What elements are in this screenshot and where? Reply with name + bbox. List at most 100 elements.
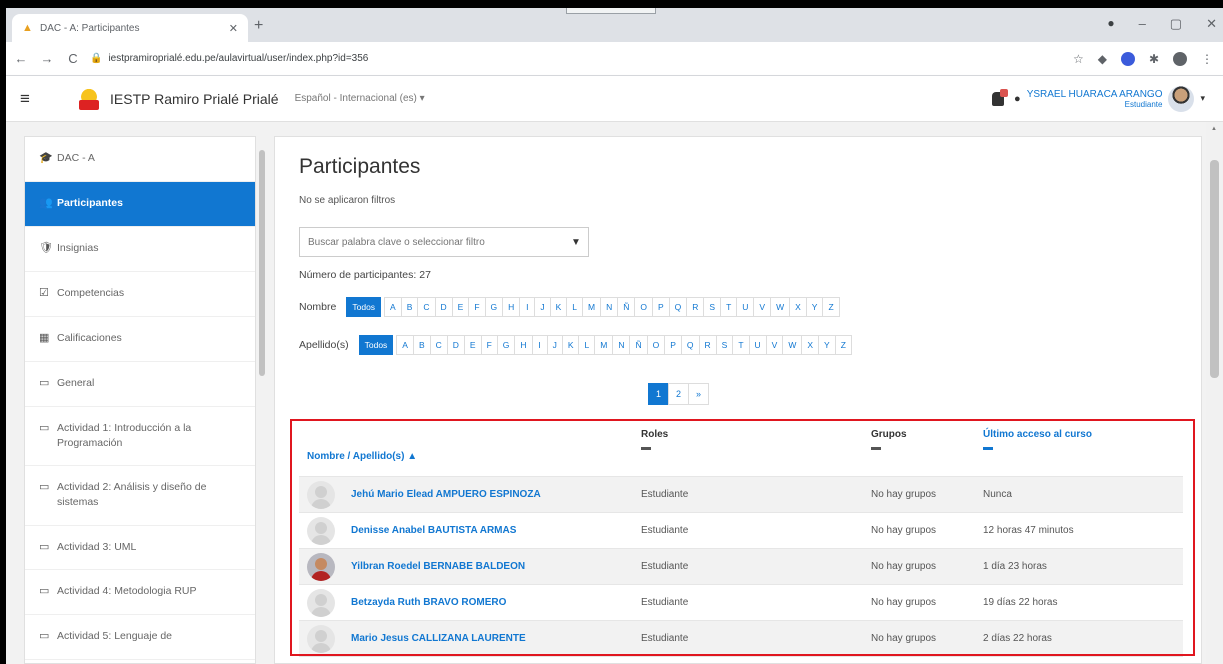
initial-letter-link[interactable]: L (566, 297, 583, 317)
minimize-button[interactable]: – (1139, 16, 1146, 32)
sidebar-item[interactable]: 🛡 Insignias (25, 227, 255, 272)
initial-letter-link[interactable]: Q (668, 297, 688, 317)
sidebar-scrollbar[interactable] (258, 136, 266, 664)
initial-letter-link[interactable]: N (612, 335, 631, 355)
tab-close-icon[interactable]: ✕ (229, 22, 238, 35)
messages-icon[interactable]: ● (1014, 93, 1021, 105)
back-button[interactable]: ← (10, 51, 32, 66)
initial-letter-link[interactable]: O (646, 335, 666, 355)
avatar[interactable] (307, 480, 335, 509)
initial-letter-link[interactable]: K (549, 297, 568, 317)
sidebar-item[interactable]: ▭ Actividad 5: Lenguaje de (25, 615, 255, 661)
initial-letter-link[interactable]: L (578, 335, 596, 355)
initial-letter-link[interactable]: D (434, 297, 453, 317)
initial-letter-link[interactable]: F (480, 335, 498, 355)
initial-letter-link[interactable]: I (519, 297, 536, 317)
initial-letter-link[interactable]: Q (680, 335, 700, 355)
last-name-all-button[interactable]: Todos (358, 335, 394, 355)
initial-letter-link[interactable]: O (634, 297, 653, 317)
page-scrollbar[interactable]: ▲ (1206, 122, 1223, 664)
initial-letter-link[interactable]: R (686, 297, 705, 317)
new-tab-button[interactable]: + (254, 17, 263, 35)
initial-letter-link[interactable]: Y (805, 297, 824, 317)
initial-letter-link[interactable]: V (753, 297, 772, 317)
sidebar-item[interactable]: ▭ Actividad 3: UML (25, 526, 255, 571)
initial-letter-link[interactable]: G (484, 297, 504, 317)
browser-tab[interactable]: ▲ DAC - A: Participantes ✕ (12, 14, 248, 42)
extension-blue-icon[interactable] (1120, 51, 1135, 66)
participant-name-link[interactable]: Jehú Mario Elead AMPUERO ESPINOZA (351, 489, 541, 500)
forward-button[interactable]: → (36, 51, 58, 66)
initial-letter-link[interactable]: S (703, 297, 722, 317)
initial-letter-link[interactable]: M (594, 335, 614, 355)
last-access-column-header[interactable]: Último acceso al curso (983, 425, 1183, 476)
puzzle-extension-icon[interactable]: ✱ (1149, 52, 1159, 66)
participant-name-link[interactable]: Denisse Anabel BAUTISTA ARMAS (351, 525, 516, 536)
initial-letter-link[interactable]: H (514, 335, 533, 355)
profile-avatar-icon[interactable] (1173, 51, 1187, 66)
initial-letter-link[interactable]: T (732, 335, 750, 355)
initial-letter-link[interactable]: R (698, 335, 717, 355)
site-logo[interactable] (76, 86, 102, 112)
initial-letter-link[interactable]: Z (822, 297, 840, 317)
first-name-all-button[interactable]: Todos (346, 297, 382, 317)
initial-letter-link[interactable]: V (765, 335, 784, 355)
roles-collapse-icon[interactable] (641, 447, 651, 450)
initial-letter-link[interactable]: Z (834, 335, 852, 355)
profile-dot-icon[interactable]: ● (1107, 16, 1114, 32)
page-scroll-thumb[interactable] (1210, 160, 1219, 378)
initial-letter-link[interactable]: C (417, 297, 436, 317)
page-link[interactable]: 1 (648, 383, 670, 405)
url-field[interactable]: 🔒 iestpramiroprialé.edu.pe/aulavirtual/u… (90, 47, 910, 71)
initial-letter-link[interactable]: P (664, 335, 682, 355)
initial-letter-link[interactable]: X (789, 297, 807, 317)
initial-letter-link[interactable]: W (782, 335, 803, 355)
language-menu[interactable]: Español - Internacional (es) ▾ (295, 93, 425, 104)
sidebar-scroll-thumb[interactable] (259, 150, 265, 376)
initial-letter-link[interactable]: I (531, 335, 548, 355)
site-name[interactable]: IESTP Ramiro Prialé Prialé (110, 91, 279, 107)
user-avatar[interactable] (1168, 85, 1195, 112)
initial-letter-link[interactable]: D (446, 335, 465, 355)
extension-icon[interactable]: ◆ (1098, 52, 1107, 66)
close-window-button[interactable]: ✕ (1206, 16, 1217, 32)
avatar[interactable] (307, 624, 335, 653)
initial-letter-link[interactable]: U (736, 297, 755, 317)
user-menu[interactable]: ● YSRAEL HUARACA ARANGO Estudiante ▾ (992, 85, 1205, 112)
initial-letter-link[interactable]: M (581, 297, 602, 317)
reload-button[interactable]: C (62, 51, 84, 66)
initial-letter-link[interactable]: F (468, 297, 486, 317)
sidebar-item[interactable]: ▭ General (25, 362, 255, 407)
browser-menu-icon[interactable]: ⋮ (1201, 52, 1213, 66)
page-link[interactable]: 2 (668, 383, 690, 405)
initial-letter-link[interactable]: J (534, 297, 551, 317)
sidebar-item[interactable]: ▦ Calificaciones (25, 317, 255, 362)
initial-letter-link[interactable]: E (451, 297, 470, 317)
sort-by-name-header[interactable]: Nombre / Apellido(s) ▲ (299, 425, 641, 476)
sidebar-item[interactable]: 🎓 DAC - A (25, 137, 255, 182)
initial-letter-link[interactable]: C (429, 335, 448, 355)
initial-letter-link[interactable]: J (546, 335, 563, 355)
initial-letter-link[interactable]: B (412, 335, 431, 355)
initial-letter-link[interactable]: Y (818, 335, 836, 355)
bookmark-star-icon[interactable]: ☆ (1073, 52, 1084, 66)
name-column-header[interactable]: Nombre / Apellido(s) ▲ (307, 451, 417, 462)
initial-letter-link[interactable]: Ñ (617, 297, 636, 317)
next-page-link[interactable]: » (688, 383, 710, 405)
filter-selector[interactable]: ▼ (299, 227, 589, 257)
user-info[interactable]: YSRAEL HUARACA ARANGO Estudiante (1027, 89, 1163, 109)
maximize-button[interactable]: ▢ (1170, 16, 1182, 32)
participant-name-link[interactable]: Betzayda Ruth BRAVO ROMERO (351, 597, 506, 608)
avatar[interactable] (307, 552, 335, 581)
user-menu-caret-icon[interactable]: ▾ (1200, 93, 1205, 104)
initial-letter-link[interactable]: A (396, 335, 414, 355)
filter-dropdown-icon[interactable]: ▼ (564, 237, 588, 248)
initial-letter-link[interactable]: W (770, 297, 791, 317)
notification-bell-icon[interactable] (992, 88, 1009, 106)
last-access-collapse-icon[interactable] (983, 447, 993, 450)
initial-letter-link[interactable]: X (801, 335, 820, 355)
scroll-up-icon[interactable]: ▲ (1211, 126, 1217, 132)
avatar[interactable] (307, 588, 335, 617)
groups-collapse-icon[interactable] (871, 447, 881, 450)
initial-letter-link[interactable]: T (720, 297, 738, 317)
